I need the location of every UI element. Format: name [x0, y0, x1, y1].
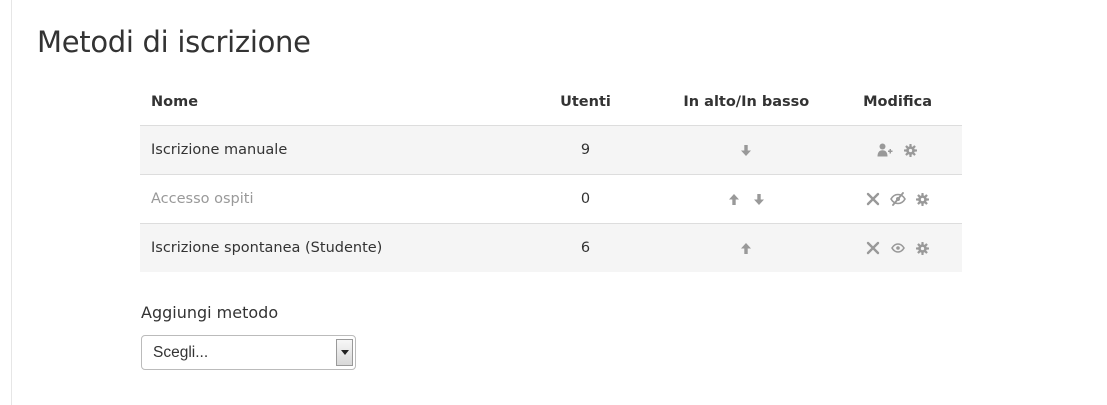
header-users: Utenti — [511, 78, 660, 126]
arrow-down-icon[interactable] — [738, 142, 754, 158]
header-name: Nome — [140, 78, 512, 126]
page-left-border — [11, 0, 12, 405]
header-edit: Modifica — [833, 78, 962, 126]
settings-gear-icon[interactable] — [915, 240, 931, 256]
select-value: Scegli... — [153, 344, 209, 361]
delete-x-icon[interactable] — [865, 240, 881, 256]
enrolment-methods-table: Nome Utenti In alto/In basso Modifica Is… — [140, 78, 962, 272]
header-updown: In alto/In basso — [659, 78, 834, 126]
visible-eye-icon[interactable] — [890, 240, 906, 256]
arrow-up-icon[interactable] — [726, 191, 742, 207]
table-header-row: Nome Utenti In alto/In basso Modifica — [140, 78, 962, 126]
method-users-count: 0 — [511, 174, 660, 224]
table-row: Iscrizione spontanea (Studente) 6 — [140, 223, 962, 272]
method-users-count: 9 — [511, 125, 660, 175]
method-users-count: 6 — [511, 223, 660, 272]
settings-gear-icon[interactable] — [902, 142, 918, 158]
add-method-select[interactable]: Scegli... — [141, 335, 356, 370]
hidden-eye-slash-icon[interactable] — [889, 191, 906, 207]
delete-x-icon[interactable] — [865, 191, 881, 207]
table-row: Iscrizione manuale 9 — [140, 125, 962, 175]
enrol-users-icon[interactable] — [877, 142, 893, 158]
method-name: Accesso ospiti — [140, 174, 512, 224]
page-title: Metodi di iscrizione — [37, 25, 311, 59]
add-method-label: Aggiungi metodo — [141, 303, 279, 322]
method-name: Iscrizione manuale — [140, 125, 512, 175]
arrow-up-icon[interactable] — [738, 240, 754, 256]
arrow-down-icon[interactable] — [751, 191, 767, 207]
chevron-down-icon[interactable] — [336, 339, 353, 366]
settings-gear-icon[interactable] — [915, 191, 931, 207]
method-name: Iscrizione spontanea (Studente) — [140, 223, 512, 272]
table-row: Accesso ospiti 0 — [140, 174, 962, 224]
